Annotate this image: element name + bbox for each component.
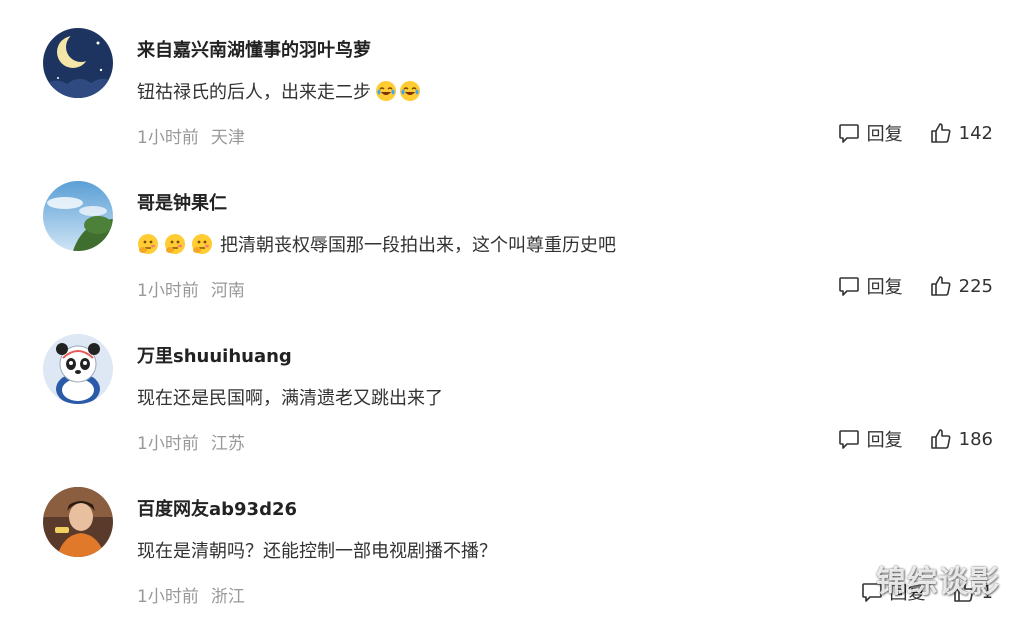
- like-button[interactable]: 186: [929, 427, 993, 451]
- like-button[interactable]: 142: [929, 121, 993, 145]
- thinking-emoji-icon: [191, 233, 213, 255]
- comment-item: 万里shuuihuang 现在还是民国啊，满清遗老又跳出来了 1小时前 江苏 回复…: [0, 334, 1014, 484]
- reply-label: 回复: [866, 277, 903, 298]
- comment-location: 浙江: [210, 587, 245, 607]
- comment-location: 天津: [210, 128, 245, 148]
- username[interactable]: 来自嘉兴南湖懂事的羽叶鸟萝: [137, 36, 371, 62]
- comment-meta: 1小时前 江苏: [137, 429, 245, 454]
- comment-actions: 回复 142: [837, 118, 993, 148]
- reply-button[interactable]: 回复: [837, 120, 903, 146]
- sky-tree-avatar[interactable]: [43, 181, 113, 251]
- like-count: 225: [958, 275, 993, 297]
- username[interactable]: 万里shuuihuang: [137, 342, 292, 368]
- thumbs-up-icon: [930, 123, 951, 143]
- comment-meta: 1小时前 天津: [137, 123, 245, 148]
- comment-location: 河南: [210, 281, 245, 301]
- laughing-tears-emoji-icon: [375, 80, 397, 102]
- comment-bubble-icon: [838, 124, 859, 143]
- username[interactable]: 哥是钟果仁: [137, 189, 227, 215]
- username[interactable]: 百度网友ab93d26: [137, 495, 297, 521]
- like-button[interactable]: 225: [929, 274, 993, 298]
- like-count: 1: [981, 581, 993, 603]
- panda-mascot-avatar[interactable]: [43, 334, 113, 404]
- reply-label: 回复: [866, 430, 903, 451]
- reply-button[interactable]: 回复: [837, 273, 903, 299]
- comment-text-body: 把清朝丧权辱国那一段拍出来，这个叫尊重历史吧: [220, 235, 616, 256]
- comment-actions: 回复 1: [860, 577, 993, 607]
- thinking-emoji-icon: [164, 233, 186, 255]
- comment-text-body: 现在还是民国啊，满清遗老又跳出来了: [137, 388, 443, 409]
- comment-time: 1小时前: [137, 434, 199, 454]
- comment-bubble-icon: [838, 430, 859, 449]
- comment-bubble-icon: [838, 277, 859, 296]
- laughing-tears-emoji-icon: [399, 80, 421, 102]
- comment-actions: 回复 186: [837, 424, 993, 454]
- comment-item: 百度网友ab93d26 现在是清朝吗？还能控制一部电视剧播不播？ 1小时前 浙江 …: [0, 487, 1014, 637]
- comment-meta: 1小时前 浙江: [137, 582, 245, 607]
- comment-text: 把清朝丧权辱国那一段拍出来，这个叫尊重历史吧: [137, 231, 616, 257]
- thumbs-up-icon: [953, 582, 974, 602]
- comment-meta: 1小时前 河南: [137, 276, 245, 301]
- reply-label: 回复: [866, 124, 903, 145]
- comment-actions: 回复 225: [837, 271, 993, 301]
- thumbs-up-icon: [930, 276, 951, 296]
- comment-text: 现在还是民国啊，满清遗老又跳出来了: [137, 384, 443, 410]
- comment-text-body: 钮祜禄氏的后人，出来走二步: [137, 82, 371, 103]
- reply-button[interactable]: 回复: [837, 426, 903, 452]
- comment-location: 江苏: [210, 434, 245, 454]
- reply-label: 回复: [889, 583, 926, 604]
- thinking-emoji-icon: [137, 233, 159, 255]
- comment-time: 1小时前: [137, 587, 199, 607]
- comment-time: 1小时前: [137, 281, 199, 301]
- comment-text: 钮祜禄氏的后人，出来走二步: [137, 78, 426, 104]
- moon-night-avatar[interactable]: [43, 28, 113, 98]
- thumbs-up-icon: [930, 429, 951, 449]
- comment-item: 来自嘉兴南湖懂事的羽叶鸟萝 钮祜禄氏的后人，出来走二步 1小时前 天津 回复 14…: [0, 28, 1014, 178]
- comment-time: 1小时前: [137, 128, 199, 148]
- comment-item: 哥是钟果仁 把清朝丧权辱国那一段拍出来，这个叫尊重历史吧 1小时前 河南 回复 2…: [0, 181, 1014, 331]
- like-count: 142: [958, 122, 993, 144]
- comment-text: 现在是清朝吗？还能控制一部电视剧播不播？: [137, 537, 497, 563]
- comment-text-body: 现在是清朝吗？还能控制一部电视剧播不播？: [137, 541, 497, 562]
- comment-bubble-icon: [861, 583, 882, 602]
- like-count: 186: [958, 428, 993, 450]
- person-photo-avatar[interactable]: [43, 487, 113, 557]
- like-button[interactable]: 1: [952, 580, 993, 604]
- reply-button[interactable]: 回复: [860, 579, 926, 605]
